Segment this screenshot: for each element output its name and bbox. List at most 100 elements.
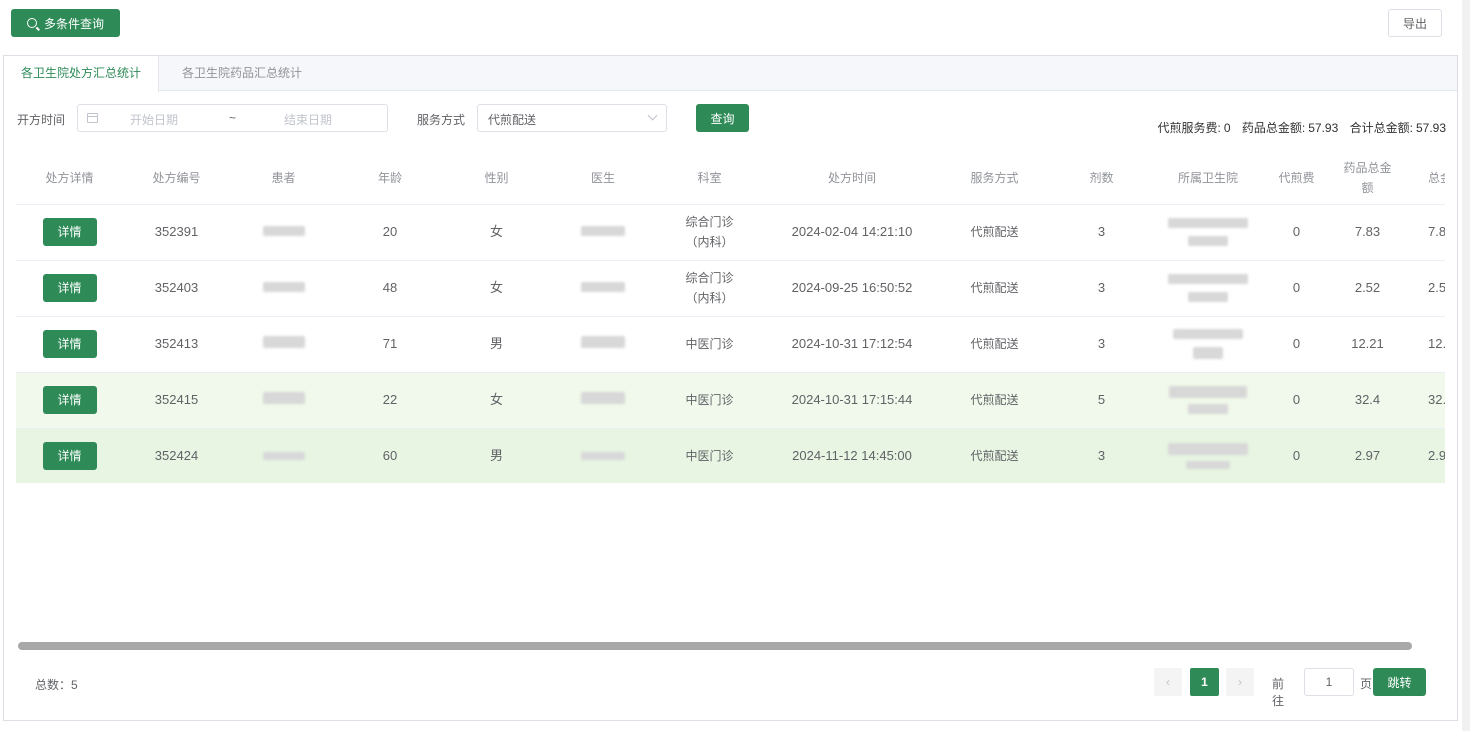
chevron-down-icon	[647, 110, 658, 121]
doses-cell: 3	[1048, 316, 1155, 373]
detail-button[interactable]: 详情	[42, 386, 97, 414]
prev-page-button[interactable]: ‹	[1154, 668, 1182, 696]
total-count: 总数：5	[35, 678, 78, 692]
query-button[interactable]: 查询	[696, 104, 749, 132]
prescription-id: 352403	[123, 260, 230, 317]
decoction-fee-cell: 0	[1261, 316, 1332, 373]
department-cell: 综合门诊（内科）	[656, 260, 763, 317]
redacted-doctor-name	[581, 392, 625, 404]
calendar-icon	[87, 113, 98, 123]
prescription-table: 处方详情 处方编号 患者 年龄 性别 医生 科室 处方时间 服务方式 剂数 所属…	[16, 153, 1445, 483]
drug-total-cell: 12.21	[1332, 316, 1403, 373]
drug-total-value: 57.93	[1308, 121, 1339, 135]
doses-cell: 3	[1048, 204, 1155, 261]
next-page-button[interactable]: ›	[1226, 668, 1254, 696]
col-header: 患者	[230, 153, 337, 205]
redacted-hospital-name	[1169, 386, 1247, 398]
department-cell: 综合门诊（内科）	[656, 204, 763, 261]
redacted-hospital-name	[1168, 218, 1248, 228]
drug-total-cell: 32.4	[1332, 372, 1403, 429]
prescription-id: 352413	[123, 316, 230, 373]
prescription-id: 352391	[123, 204, 230, 261]
service-mode-select[interactable]: 代煎配送	[477, 104, 667, 132]
total-cell: 32.4	[1403, 372, 1445, 429]
doses-cell: 3	[1048, 260, 1155, 317]
redacted-doctor-name	[581, 336, 625, 348]
table-row: 详情 352415 22 女 中医门诊 2024-10-31 17:15:44 …	[16, 372, 1445, 429]
redacted-hospital-name	[1168, 274, 1248, 284]
export-button[interactable]: 导出	[1388, 9, 1442, 37]
tab-drug-summary[interactable]: 各卫生院药品汇总统计	[165, 56, 319, 91]
department-cell: 中医门诊	[656, 372, 763, 429]
grand-total-label: 合计总金额:	[1349, 121, 1413, 135]
redacted-doctor-name	[581, 452, 625, 460]
doses-cell: 5	[1048, 372, 1155, 429]
prescription-time-cell: 2024-02-04 14:21:10	[763, 204, 941, 261]
grand-total-value: 57.93	[1415, 121, 1446, 135]
search-button-label: 多条件查询	[43, 16, 104, 31]
prescription-id: 352424	[123, 428, 230, 483]
redacted-hospital-name	[1168, 443, 1248, 455]
col-header: 处方编号	[123, 153, 230, 205]
prescription-time-label: 开方时间	[17, 113, 66, 127]
start-date-input[interactable]: 开始日期	[130, 111, 178, 128]
date-range-picker[interactable]: 开始日期 ~ 结束日期	[77, 104, 388, 132]
detail-button[interactable]: 详情	[42, 330, 97, 358]
decoction-fee-cell: 0	[1261, 372, 1332, 429]
gender-cell: 男	[443, 316, 550, 373]
total-cell: 12.21	[1403, 316, 1445, 373]
tab-prescription-summary[interactable]: 各卫生院处方汇总统计	[4, 56, 160, 92]
col-header: 剂数	[1048, 153, 1155, 205]
col-header: 总金	[1403, 153, 1445, 205]
vertical-scrollbar[interactable]	[1462, 0, 1470, 731]
detail-button[interactable]: 详情	[42, 218, 97, 246]
age-cell: 20	[337, 204, 443, 261]
col-header: 科室	[656, 153, 763, 205]
tab-bar: 各卫生院处方汇总统计 各卫生院药品汇总统计	[4, 56, 1457, 92]
redacted-patient-name	[262, 336, 305, 348]
prescription-time-cell: 2024-11-12 14:45:00	[763, 428, 941, 483]
department-cell: 中医门诊	[656, 316, 763, 373]
goto-page-input[interactable]: 1	[1304, 668, 1354, 696]
age-cell: 71	[337, 316, 443, 373]
page-suffix-label: 页	[1360, 677, 1373, 691]
page-number-current[interactable]: 1	[1190, 668, 1219, 696]
decoction-fee-cell: 0	[1261, 204, 1332, 261]
col-header: 处方详情	[16, 153, 123, 205]
table-row: 详情 352424 60 男 中医门诊 2024-11-12 14:45:00 …	[16, 428, 1445, 483]
decoction-fee-cell: 0	[1261, 428, 1332, 483]
prescription-time-cell: 2024-09-25 16:50:52	[763, 260, 941, 317]
col-header: 药品总金额	[1332, 153, 1403, 205]
multi-condition-search-button[interactable]: 多条件查询	[11, 9, 120, 37]
gender-cell: 女	[443, 372, 550, 429]
decoction-fee-label: 代煎服务费:	[1157, 121, 1221, 135]
age-cell: 48	[337, 260, 443, 317]
col-header: 年龄	[337, 153, 443, 205]
total-cell: 2.52	[1403, 260, 1445, 317]
goto-label: 前往	[1272, 677, 1285, 708]
redacted-patient-name	[262, 392, 305, 404]
service-mode-cell: 代煎配送	[941, 316, 1048, 373]
end-date-input[interactable]: 结束日期	[284, 111, 332, 128]
redacted-patient-name	[262, 452, 305, 460]
prescription-time-cell: 2024-10-31 17:12:54	[763, 316, 941, 373]
age-cell: 22	[337, 372, 443, 429]
service-mode-label: 服务方式	[417, 113, 466, 127]
jump-button[interactable]: 跳转	[1373, 668, 1426, 696]
service-mode-cell: 代煎配送	[941, 372, 1048, 429]
table-row: 详情 352413 71 男 中医门诊 2024-10-31 17:12:54 …	[16, 316, 1445, 373]
horizontal-scrollbar[interactable]	[18, 642, 1412, 650]
service-mode-cell: 代煎配送	[941, 204, 1048, 261]
total-cell: 7.83	[1403, 204, 1445, 261]
age-cell: 60	[337, 428, 443, 483]
col-header: 所属卫生院	[1155, 153, 1261, 205]
detail-button[interactable]: 详情	[42, 274, 97, 302]
redacted-patient-name	[262, 282, 305, 292]
range-separator: ~	[229, 111, 237, 125]
detail-button[interactable]: 详情	[42, 442, 97, 470]
statistics-panel: 各卫生院处方汇总统计 各卫生院药品汇总统计 开方时间 开始日期 ~ 结束日期 服…	[3, 55, 1458, 721]
redacted-patient-name	[262, 226, 305, 236]
col-header: 性别	[443, 153, 550, 205]
gender-cell: 女	[443, 260, 550, 317]
col-header: 处方时间	[763, 153, 941, 205]
